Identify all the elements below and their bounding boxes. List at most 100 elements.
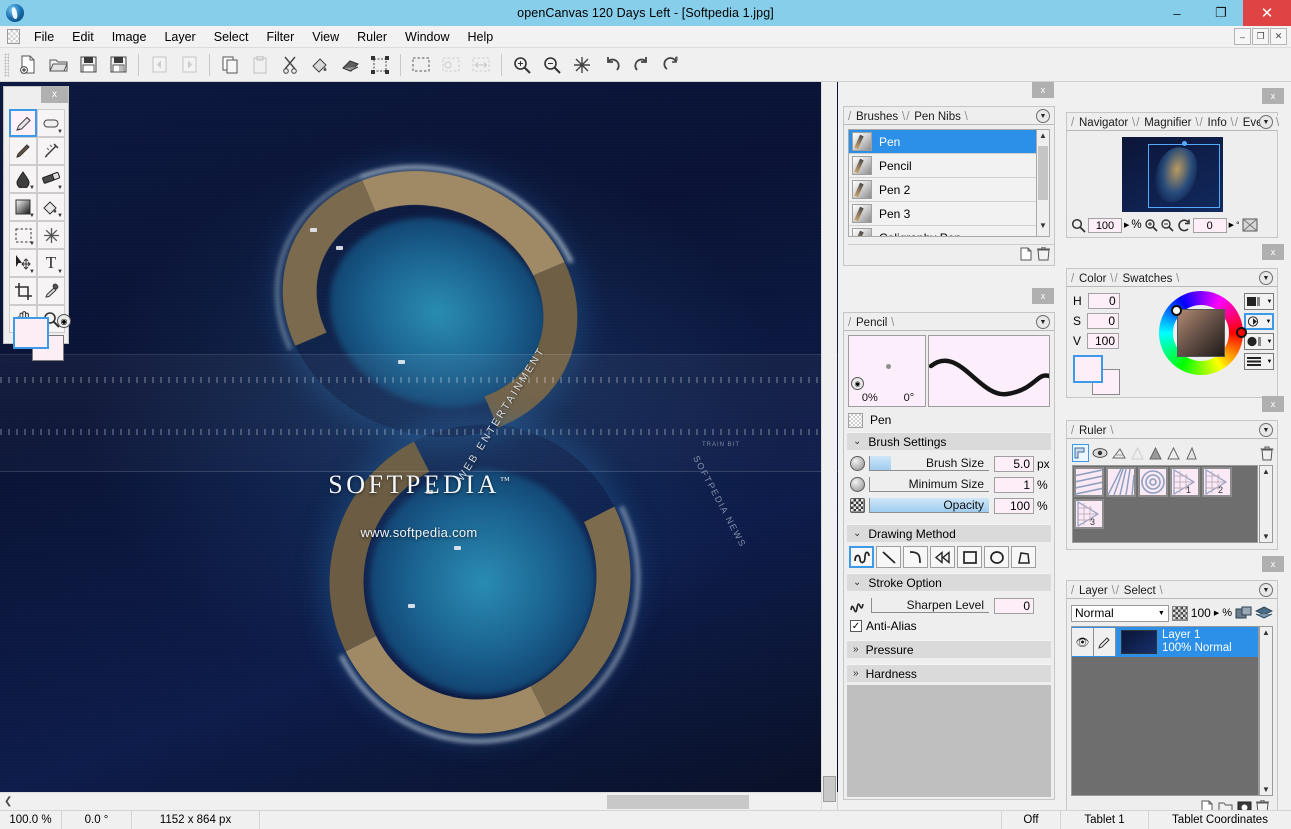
image-canvas[interactable]: TRAIN BIT SOFTPEDIA™ www.softpedia.com W… — [0, 82, 838, 792]
navigator-thumbnail[interactable] — [1122, 137, 1223, 212]
value-input[interactable]: 100 — [1087, 333, 1120, 349]
menu-item-file[interactable]: File — [25, 28, 63, 46]
tab-swatches[interactable]: Swatches — [1113, 272, 1180, 286]
tab-pencil[interactable]: Pencil — [847, 316, 895, 330]
pen-tool[interactable] — [9, 109, 37, 137]
pencil-panel-menu-icon[interactable]: ▼ — [1036, 315, 1050, 329]
section-drawing-method[interactable]: ⌄ Drawing Method — [847, 524, 1051, 542]
slider-mode-button[interactable]: ▼ — [1244, 353, 1274, 370]
copy-icon[interactable] — [215, 51, 245, 79]
hue-ring-marker[interactable] — [1236, 327, 1247, 338]
chevron-down-icon[interactable]: ▼ — [57, 129, 63, 135]
layer-panel-close-button[interactable]: x — [1262, 556, 1284, 572]
gradient-tool[interactable]: ▼ — [9, 193, 37, 221]
chevron-down-icon[interactable]: ▼ — [1267, 299, 1273, 305]
mdi-restore-button[interactable]: ❐ — [1252, 28, 1269, 45]
close-button[interactable]: ✕ — [1243, 0, 1291, 26]
blur-tool[interactable]: ▼ — [9, 165, 37, 193]
layer-panel-menu-icon[interactable]: ▼ — [1259, 583, 1273, 597]
value-row[interactable]: V 100 — [1073, 333, 1120, 349]
previous-icon[interactable] — [144, 51, 174, 79]
deselect-icon[interactable] — [436, 51, 466, 79]
rotate-icon[interactable] — [1176, 218, 1191, 233]
zoom-out-icon[interactable] — [1160, 218, 1174, 232]
ruler-snap-icon[interactable] — [1072, 444, 1089, 462]
navigator-panel-menu-icon[interactable]: ▼ — [1259, 115, 1273, 129]
menu-item-help[interactable]: Help — [458, 28, 502, 46]
parallel-ruler-preset[interactable] — [1074, 467, 1104, 497]
crop-tool[interactable] — [9, 277, 37, 305]
fit-icon[interactable] — [567, 51, 597, 79]
polygon-method-icon[interactable] — [1011, 546, 1036, 568]
restore-button[interactable]: ❐ — [1199, 0, 1243, 26]
canvas-horizontal-scrollbar[interactable]: ❮ — [0, 792, 822, 810]
opacity-input[interactable]: 100 — [994, 497, 1034, 514]
ellipse-method-icon[interactable] — [984, 546, 1009, 568]
tab-layer[interactable]: Layer — [1070, 584, 1115, 598]
magic-wand-tool[interactable] — [37, 221, 65, 249]
brushes-panel-close-button[interactable]: x — [1032, 82, 1054, 98]
radial-ruler-preset[interactable] — [1106, 467, 1136, 497]
ruler-perspective1-icon[interactable] — [1130, 444, 1145, 462]
blend-mode-select[interactable]: Normal ▼ — [1071, 604, 1169, 622]
tab-brushes[interactable]: Brushes — [847, 110, 905, 124]
scroll-down-icon[interactable]: ▼ — [1261, 532, 1271, 541]
redo-icon[interactable] — [627, 51, 657, 79]
fit-screen-icon[interactable] — [1242, 218, 1258, 232]
toolbar-grip[interactable] — [4, 52, 9, 77]
color-panel-close-button[interactable]: x — [1262, 244, 1284, 260]
sv-picker-marker[interactable] — [1171, 305, 1182, 316]
perspective-1pt-ruler-preset[interactable]: 1 — [1170, 467, 1200, 497]
chevron-down-icon[interactable]: ▼ — [29, 185, 35, 191]
tab-navigator[interactable]: Navigator — [1070, 116, 1135, 130]
list-item[interactable]: Pen 3 — [849, 202, 1043, 226]
ruler-visibility-icon[interactable] — [1092, 444, 1108, 462]
tab-pen-nibs[interactable]: Pen Nibs — [905, 110, 968, 124]
menu-item-layer[interactable]: Layer — [155, 28, 204, 46]
mdi-minimize-button[interactable]: – — [1234, 28, 1251, 45]
navigator-handle[interactable] — [1182, 141, 1187, 146]
canvas-vertical-scrollbar[interactable] — [821, 82, 837, 810]
foreground-color-swatch[interactable] — [13, 317, 49, 349]
scroll-up-icon[interactable]: ▲ — [1261, 467, 1271, 476]
scroll-down-icon[interactable]: ▼ — [1261, 785, 1271, 794]
hue-input[interactable]: 0 — [1087, 293, 1120, 309]
brush-size-input[interactable]: 5.0 — [994, 455, 1034, 472]
hue-row[interactable]: H 0 — [1073, 293, 1120, 309]
chevron-down-icon[interactable]: ▼ — [1267, 359, 1273, 365]
reset-rotate-icon[interactable]: 0 — [657, 51, 687, 79]
chevron-down-icon[interactable]: ▼ — [1266, 319, 1272, 325]
wheel-mode-button[interactable]: ▼ — [1244, 313, 1274, 330]
menu-item-view[interactable]: View — [303, 28, 348, 46]
sharpen-level-input[interactable]: 0 — [994, 597, 1034, 614]
list-item[interactable]: Pencil — [849, 154, 1043, 178]
list-item[interactable]: Pen — [849, 130, 1043, 154]
layer-list[interactable]: 👁 Layer 1 100% Normal — [1071, 626, 1259, 796]
chevron-down-icon[interactable]: ▼ — [29, 269, 35, 275]
color-panel-menu-icon[interactable]: ▼ — [1259, 271, 1273, 285]
paste-icon[interactable] — [245, 51, 275, 79]
freehand-method-icon[interactable] — [849, 546, 874, 568]
layer-opacity-value[interactable]: 100 — [1191, 606, 1211, 620]
section-stroke-option[interactable]: ⌄ Stroke Option — [847, 573, 1051, 591]
tab-ruler[interactable]: Ruler — [1070, 424, 1114, 438]
tab-info[interactable]: Info — [1198, 116, 1234, 130]
color-foreground-swatch[interactable] — [1073, 355, 1103, 383]
transform-icon[interactable] — [365, 51, 395, 79]
scroll-left-icon[interactable]: ❮ — [4, 796, 12, 807]
zoom-value-input[interactable]: 100 — [1088, 217, 1122, 233]
tab-color[interactable]: Color — [1070, 272, 1114, 286]
scroll-up-icon[interactable]: ▲ — [1037, 131, 1049, 145]
anti-alias-checkbox[interactable]: ✓ — [850, 620, 862, 632]
color-square-picker[interactable] — [1177, 309, 1225, 357]
next-icon[interactable] — [174, 51, 204, 79]
paint-bucket-tool[interactable]: ▼ — [37, 193, 65, 221]
line-method-icon[interactable] — [876, 546, 901, 568]
scroll-down-icon[interactable]: ▼ — [1037, 221, 1049, 235]
chevron-down-icon[interactable]: ▼ — [29, 213, 35, 219]
invert-select-icon[interactable] — [466, 51, 496, 79]
menu-item-edit[interactable]: Edit — [63, 28, 103, 46]
chevron-down-icon[interactable]: ▼ — [1158, 610, 1165, 617]
saturation-row[interactable]: S 0 — [1073, 313, 1120, 329]
chevron-down-icon[interactable]: ▼ — [29, 241, 35, 247]
